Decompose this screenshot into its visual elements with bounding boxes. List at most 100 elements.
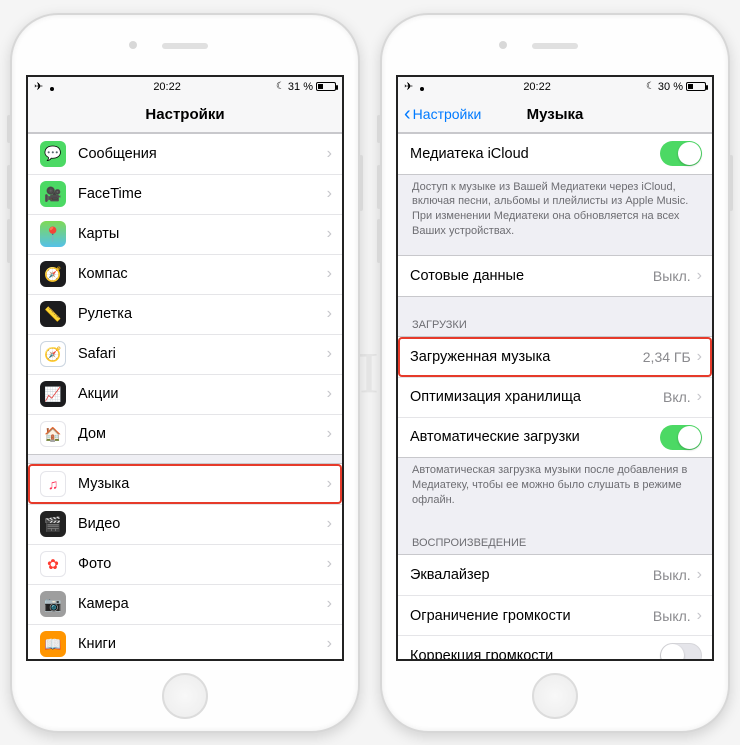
facetime-icon: 🎥 xyxy=(40,181,66,207)
settings-row[interactable]: ♫ Музыка› xyxy=(28,464,342,504)
chevron-left-icon: ‹ xyxy=(404,104,411,124)
settings-row[interactable]: 📈Акции› xyxy=(28,374,342,414)
cell-label: Карты xyxy=(78,226,327,242)
settings-row[interactable]: 🎬 Видео› xyxy=(28,504,342,544)
settings-row[interactable]: 📏 Рулетка› xyxy=(28,294,342,334)
home-icon: 🏠 xyxy=(40,421,66,447)
photos-icon: ✿ xyxy=(40,551,66,577)
cell-label: Сотовые данные xyxy=(410,268,653,284)
airplane-icon: ✈︎ xyxy=(34,80,43,93)
home-button[interactable] xyxy=(162,673,208,719)
videos-icon: 🎬 xyxy=(40,511,66,537)
safari-icon: 🧭 xyxy=(40,341,66,367)
icloud-library-cell[interactable]: Медиатека iCloud xyxy=(398,134,712,174)
downloaded-music-cell[interactable]: Загруженная музыка 2,34 ГБ › xyxy=(398,337,712,377)
cell-value: Вкл. xyxy=(663,389,691,405)
cell-label: Фото xyxy=(78,556,327,572)
chevron-right-icon: › xyxy=(327,425,332,443)
auto-downloads-cell[interactable]: Автоматические загрузки xyxy=(398,417,712,457)
chevron-right-icon: › xyxy=(327,305,332,323)
wifi-icon xyxy=(416,82,428,91)
chevron-right-icon: › xyxy=(327,265,332,283)
back-button[interactable]: ‹ Настройки xyxy=(404,97,481,132)
nav-bar: ‹ Настройки Музыка xyxy=(398,97,712,133)
cell-label: FaceTime xyxy=(78,186,327,202)
settings-row[interactable]: 💬 Сообщения› xyxy=(28,134,342,174)
auto-footer: Автоматическая загрузка музыки после доб… xyxy=(398,458,712,516)
cell-value: Выкл. xyxy=(653,608,691,624)
cell-value: 2,34 ГБ xyxy=(643,349,691,365)
home-button[interactable] xyxy=(532,673,578,719)
eq-cell[interactable]: Эквалайзер Выкл. › xyxy=(398,555,712,595)
cell-label: Эквалайзер xyxy=(410,567,653,583)
battery-icon xyxy=(686,82,706,91)
chevron-right-icon: › xyxy=(697,607,702,625)
cell-label: Автоматические загрузки xyxy=(410,429,660,445)
cell-label: Оптимизация хранилища xyxy=(410,389,663,405)
icloud-footer: Доступ к музыке из Вашей Медиатеки через… xyxy=(398,175,712,247)
page-title: Настройки xyxy=(145,106,224,123)
cell-label: Загруженная музыка xyxy=(410,349,643,365)
cell-label: Сообщения xyxy=(78,146,327,162)
downloads-header: ЗАГРУЗКИ xyxy=(398,305,712,336)
settings-row[interactable]: 🎥 FaceTime› xyxy=(28,174,342,214)
cell-label: Коррекция громкости xyxy=(410,648,660,659)
airplane-icon: ✈︎ xyxy=(404,80,413,93)
chevron-right-icon: › xyxy=(327,635,332,653)
cell-label: Дом xyxy=(78,426,327,442)
chevron-right-icon: › xyxy=(327,345,332,363)
chevron-right-icon: › xyxy=(327,145,332,163)
settings-row[interactable]: 📖Книги› xyxy=(28,624,342,659)
cell-value: Выкл. xyxy=(653,567,691,583)
settings-row[interactable]: 🧭 Компас› xyxy=(28,254,342,294)
cell-label: Рулетка xyxy=(78,306,327,322)
settings-row[interactable]: 🏠 Дом› xyxy=(28,414,342,454)
chevron-right-icon: › xyxy=(327,385,332,403)
cellular-cell[interactable]: Сотовые данные Выкл. › xyxy=(398,256,712,296)
optimize-storage-cell[interactable]: Оптимизация хранилища Вкл. › xyxy=(398,377,712,417)
toggle-icloud[interactable] xyxy=(660,141,702,166)
chevron-right-icon: › xyxy=(327,475,332,493)
cell-label: Медиатека iCloud xyxy=(410,146,660,162)
playback-header: ВОСПРОИЗВЕДЕНИЕ xyxy=(398,523,712,554)
sound-check-cell[interactable]: Коррекция громкости xyxy=(398,635,712,658)
cell-label: Компас xyxy=(78,266,327,282)
cell-label: Видео xyxy=(78,516,327,532)
chevron-right-icon: › xyxy=(327,225,332,243)
dnd-icon: ☾ xyxy=(276,81,285,92)
iphone-left: ✈︎ 20:22 ☾ 31 % Настройки 💬Сообщения›🎥Fa… xyxy=(10,13,360,733)
settings-row[interactable]: 📷Камера› xyxy=(28,584,342,624)
toggle-soundcheck[interactable] xyxy=(660,643,702,658)
settings-row[interactable]: 📍Карты› xyxy=(28,214,342,254)
iphone-right: ✈︎ 20:22 ☾ 30 % ‹ Настройки Музыка Медиа… xyxy=(380,13,730,733)
settings-row[interactable]: 🧭 Safari› xyxy=(28,334,342,374)
cell-label: Акции xyxy=(78,386,327,402)
battery-percent: 31 % xyxy=(288,81,313,93)
volume-limit-cell[interactable]: Ограничение громкости Выкл. › xyxy=(398,595,712,635)
chevron-right-icon: › xyxy=(327,185,332,203)
battery-percent: 30 % xyxy=(658,81,683,93)
cell-label: Ограничение громкости xyxy=(410,608,653,624)
chevron-right-icon: › xyxy=(697,566,702,584)
books-icon: 📖 xyxy=(40,631,66,657)
music-icon: ♫ xyxy=(40,471,66,497)
camera-icon: 📷 xyxy=(40,591,66,617)
chevron-right-icon: › xyxy=(697,388,702,406)
cell-value: Выкл. xyxy=(653,268,691,284)
chevron-right-icon: › xyxy=(327,515,332,533)
toggle-auto-downloads[interactable] xyxy=(660,425,702,450)
battery-icon xyxy=(316,82,336,91)
settings-row[interactable]: ✿Фото› xyxy=(28,544,342,584)
cell-label: Камера xyxy=(78,596,327,612)
chevron-right-icon: › xyxy=(697,267,702,285)
measure-icon: 📏 xyxy=(40,301,66,327)
chevron-right-icon: › xyxy=(697,348,702,366)
status-bar: ✈︎ 20:22 ☾ 30 % xyxy=(398,77,712,97)
status-time: 20:22 xyxy=(153,81,181,93)
cell-label: Музыка xyxy=(78,476,327,492)
status-time: 20:22 xyxy=(523,81,551,93)
compass-icon: 🧭 xyxy=(40,261,66,287)
cell-label: Safari xyxy=(78,346,327,362)
messages-icon: 💬 xyxy=(40,141,66,167)
status-bar: ✈︎ 20:22 ☾ 31 % xyxy=(28,77,342,97)
